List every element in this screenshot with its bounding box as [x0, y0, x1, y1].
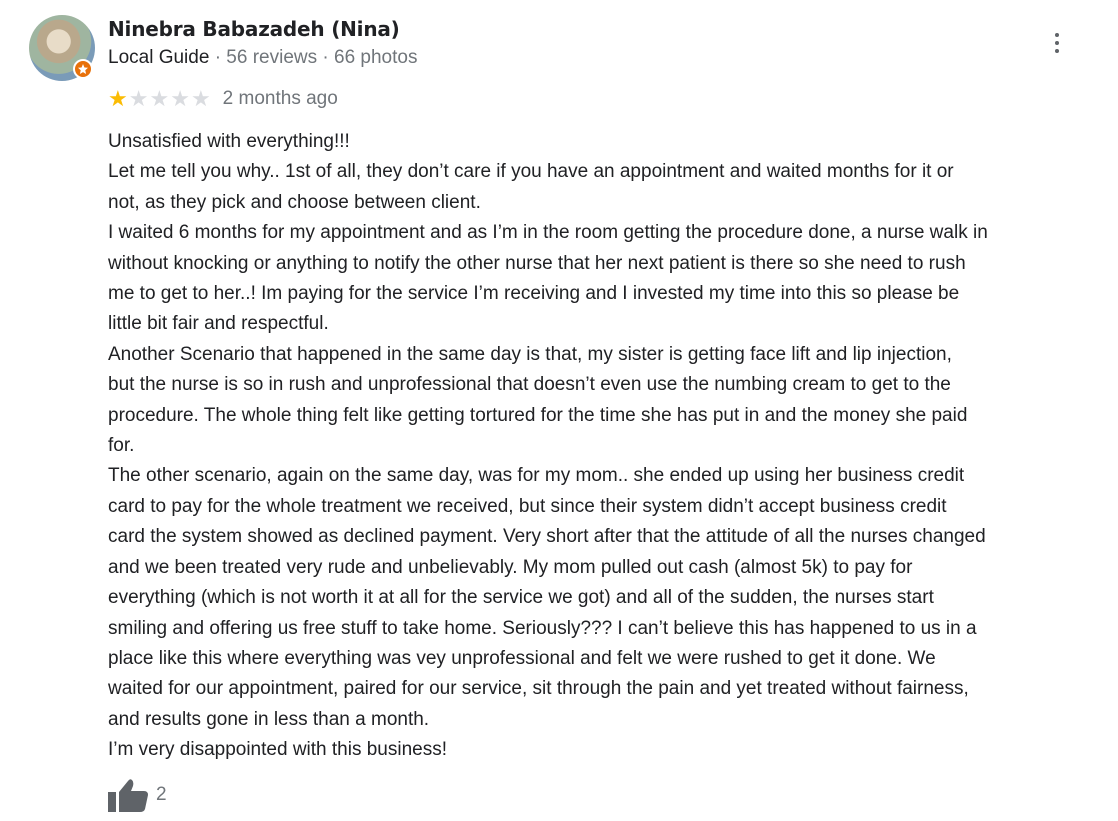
author-name[interactable]: Ninebra Babazadeh (Nina)	[108, 17, 400, 41]
more-dot	[1055, 41, 1059, 45]
review-line: but the nurse is so in rush and unprofes…	[108, 374, 951, 396]
author-avatar[interactable]	[29, 15, 95, 81]
meta-separator: ·	[214, 47, 222, 68]
review-line: and we been treated very rude and unbeli…	[108, 556, 913, 578]
review-line: I’m very disappointed with this business…	[108, 739, 447, 761]
thumbs-up-icon[interactable]	[108, 778, 148, 812]
review-line: little bit fair and respectful.	[108, 313, 329, 335]
review-line: for.	[108, 435, 135, 457]
star-badge-icon	[78, 64, 88, 74]
more-options-icon[interactable]	[1045, 28, 1069, 58]
review-text: Unsatisfied with everything!!! Let me tel…	[108, 127, 1114, 766]
star-empty-icon: ★	[190, 86, 211, 111]
review-line: Another Scenario that happened in the sa…	[108, 343, 952, 365]
review-line: Let me tell you why.. 1st of all, they d…	[108, 161, 954, 183]
local-guide-badge-icon	[73, 59, 93, 79]
star-empty-icon: ★	[170, 86, 190, 111]
like-count: 2	[156, 784, 167, 805]
review-line: I waited 6 months for my appointment and…	[108, 222, 988, 244]
reviews-count: 56 reviews	[226, 47, 318, 68]
review-line: The other scenario, again on the same da…	[108, 465, 965, 487]
star-filled-icon: ★	[108, 86, 128, 111]
review-line: card the system showed as declined payme…	[108, 526, 986, 548]
review-line: Unsatisfied with everything!!!	[108, 131, 350, 152]
star-empty-icon: ★	[149, 86, 170, 111]
review-line: without knocking or anything to notify t…	[108, 252, 966, 274]
meta-separator: ·	[322, 47, 329, 68]
author-meta: Local Guide · 56 reviews · 66 photos	[108, 47, 417, 69]
more-dot	[1055, 49, 1059, 53]
review-line: procedure. The whole thing felt like get…	[108, 404, 968, 426]
review-line: and results gone in less than a month.	[108, 708, 430, 730]
review-line: smiling and offering us free stuff to ta…	[108, 617, 977, 639]
review-line: place like this where everything was vey…	[108, 647, 936, 669]
star-rating: ★ ★ ★ ★ ★	[108, 88, 211, 110]
review-line: waited for our appointment, paired for o…	[108, 678, 969, 700]
more-dot	[1055, 33, 1059, 37]
review-line: me to get to her..! Im paying for the se…	[108, 283, 960, 305]
review-date: 2 months ago	[222, 88, 338, 109]
review-line: everything (which is not worth it at all…	[108, 587, 934, 609]
photos-count: 66 photos	[334, 47, 418, 68]
review-line: not, as they pick and choose between cli…	[108, 191, 481, 213]
local-guide-label: Local Guide	[108, 47, 210, 68]
star-empty-icon: ★	[128, 86, 149, 111]
review-line: card to pay for the whole treatment we r…	[108, 495, 947, 517]
like-section: 2	[108, 778, 167, 812]
rating-row: ★ ★ ★ ★ ★ 2 months ago	[108, 86, 338, 112]
